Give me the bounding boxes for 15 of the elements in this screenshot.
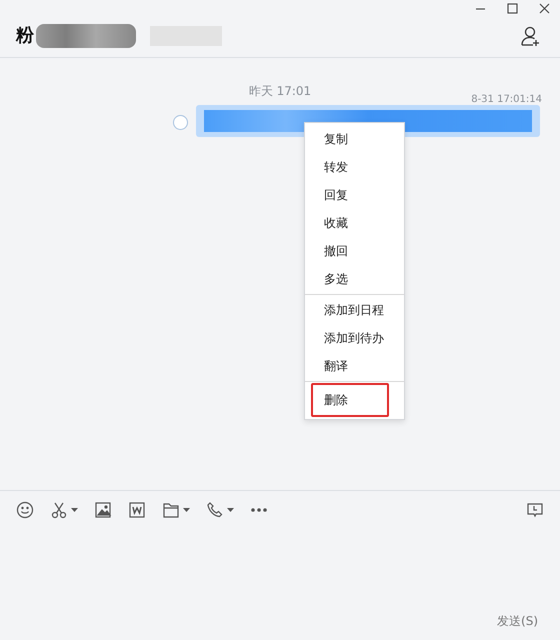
menu-item[interactable]: 复制 [305,125,404,153]
send-button[interactable]: 发送(S) [495,610,540,632]
menu-item[interactable]: 翻译 [305,352,404,380]
message-time: 8-31 17:01:14 [471,93,542,107]
menu-item[interactable]: 删除 [311,383,389,417]
menu-item[interactable]: 添加到待办 [305,324,404,352]
menu-item[interactable]: 转发 [305,153,404,181]
menu-item[interactable]: 回复 [305,181,404,209]
menu-item[interactable]: 多选 [305,265,404,293]
date-divider: 昨天 17:01 [248,84,312,98]
chat-title: 粉 [16,24,34,48]
menu-item[interactable]: 添加到日程 [305,296,404,324]
menu-item[interactable]: 收藏 [305,209,404,237]
menu-item[interactable]: 撤回 [305,237,404,265]
select-radio[interactable] [173,115,188,130]
